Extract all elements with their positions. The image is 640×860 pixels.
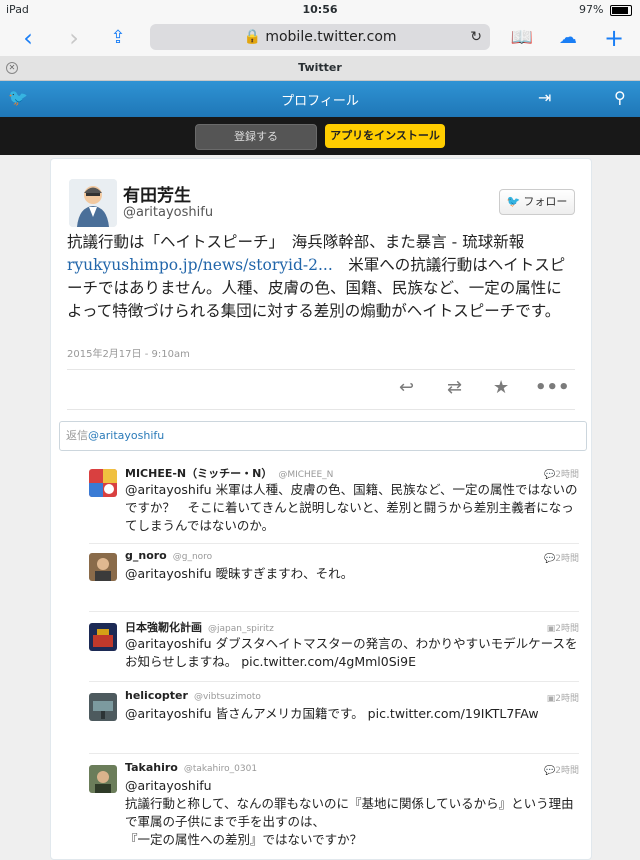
tab-bar: ✕ Twitter bbox=[0, 56, 640, 81]
reply-name: 日本強靭化計画 bbox=[125, 621, 202, 634]
reply-user[interactable]: g_noro @g_noro bbox=[125, 549, 212, 562]
reply-time: 💬2時間 bbox=[544, 551, 579, 564]
reply-body: @aritayoshifu 抗議行動と称して、なんの罪もないのに『基地に関係して… bbox=[125, 778, 574, 847]
image-icon: ▣ bbox=[546, 624, 556, 634]
reply-time: 💬2時間 bbox=[544, 467, 579, 480]
reply-user[interactable]: Takahiro @takahiro_0301 bbox=[125, 761, 257, 774]
clock: 10:56 bbox=[302, 3, 338, 16]
battery-percent: 97% bbox=[579, 3, 604, 16]
reply-handle: @japan_spiritz bbox=[208, 624, 274, 634]
reply-time: 💬2時間 bbox=[544, 763, 579, 776]
profile-name[interactable]: 有田芳生 bbox=[123, 181, 191, 206]
reply-user[interactable]: helicopter @vibtsuzimoto bbox=[125, 689, 261, 702]
reply-name: MICHEE-N（ミッチー・N） bbox=[125, 467, 273, 480]
reply-handle: @g_noro bbox=[172, 552, 213, 562]
divider bbox=[89, 681, 579, 682]
reply-time-label: 2時間 bbox=[555, 766, 579, 776]
follow-label: フォロー bbox=[523, 195, 568, 208]
lock-icon: 🔒 bbox=[243, 29, 261, 45]
divider bbox=[89, 753, 579, 754]
reply-prefix: 返信 bbox=[66, 429, 88, 442]
reply-item[interactable]: 日本強靭化計画 @japan_spiritz ▣2時間 @aritayoshifu… bbox=[89, 619, 579, 683]
comment-icon: 💬 bbox=[544, 766, 556, 776]
reply-time-label: 2時間 bbox=[555, 694, 579, 704]
browser-toolbar: ‹ › ⇪ 🔒 mobile.twitter.com ↻ 📖 ☁ + bbox=[0, 20, 640, 56]
url-text: mobile.twitter.com bbox=[265, 29, 397, 45]
divider bbox=[89, 543, 579, 544]
tweet-card: 有田芳生 @aritayoshifu 🐦 フォロー 抗議行動は「ヘイトスピーチ」 … bbox=[50, 158, 592, 860]
comment-icon: 💬 bbox=[544, 554, 556, 564]
reply-body: @aritayoshifu ダブスタヘイトマスターの発言の、わかりやすいモデルケ… bbox=[125, 636, 578, 669]
divider bbox=[67, 409, 575, 410]
divider bbox=[89, 611, 579, 612]
close-tab-icon[interactable]: ✕ bbox=[6, 62, 18, 74]
more-icon[interactable]: ••• bbox=[535, 377, 570, 398]
icloud-tabs-icon[interactable]: ☁ bbox=[554, 24, 582, 52]
reply-item[interactable]: MICHEE-N（ミッチー・N） @MICHEE_N 💬2時間 @aritayos… bbox=[89, 465, 579, 539]
reply-avatar[interactable] bbox=[89, 693, 117, 721]
reply-user[interactable]: MICHEE-N（ミッチー・N） @MICHEE_N bbox=[125, 465, 333, 481]
comment-icon: 💬 bbox=[544, 470, 556, 480]
tweet-link[interactable]: ryukyushimpo.jp/news/storyid-2... bbox=[67, 256, 333, 274]
reply-handle: @MICHEE_N bbox=[278, 470, 334, 480]
install-app-button[interactable]: アプリをインストール bbox=[325, 124, 445, 148]
reply-avatar[interactable] bbox=[89, 623, 117, 651]
reply-body: @aritayoshifu 米軍は人種、皮膚の色、国籍、民族など、一定の属性では… bbox=[125, 482, 578, 533]
reply-time-label: 2時間 bbox=[555, 554, 579, 564]
reply-avatar[interactable] bbox=[89, 469, 117, 497]
app-promo-bar: 登録する アプリをインストール bbox=[0, 117, 640, 155]
image-icon: ▣ bbox=[546, 694, 556, 704]
reply-name: helicopter bbox=[125, 689, 188, 702]
battery-status: 97% bbox=[579, 3, 632, 16]
avatar[interactable] bbox=[69, 179, 117, 227]
reply-name: g_noro bbox=[125, 549, 167, 562]
divider bbox=[67, 369, 575, 370]
reply-time: ▣2時間 bbox=[547, 621, 579, 634]
signup-button[interactable]: 登録する bbox=[195, 124, 317, 150]
reply-handle: @takahiro_0301 bbox=[183, 764, 258, 774]
retweet-icon[interactable]: ⇄ bbox=[447, 377, 462, 398]
reply-avatar[interactable] bbox=[89, 553, 117, 581]
share-icon[interactable]: ⇪ bbox=[104, 24, 132, 52]
back-button[interactable]: ‹ bbox=[14, 24, 42, 52]
reply-item[interactable]: Takahiro @takahiro_0301 💬2時間 @aritayoshif… bbox=[89, 761, 579, 851]
forward-button[interactable]: › bbox=[60, 24, 88, 52]
favorite-star-icon[interactable]: ★ bbox=[493, 377, 509, 398]
reply-body: @aritayoshifu 皆さんアメリカ国籍です。 pic.twitter.c… bbox=[125, 706, 539, 721]
status-bar: iPad 10:56 97% bbox=[0, 0, 640, 20]
sign-in-icon[interactable]: ⇥ bbox=[538, 88, 551, 107]
reply-avatar[interactable] bbox=[89, 765, 117, 793]
twitter-header: 🐦 プロフィール ⇥ ⚲ bbox=[0, 81, 640, 117]
follow-button[interactable]: 🐦 フォロー bbox=[499, 189, 575, 215]
reply-item[interactable]: g_noro @g_noro 💬2時間 @aritayoshifu 曖昧すぎますわ… bbox=[89, 549, 579, 605]
reload-icon[interactable]: ↻ bbox=[470, 24, 482, 50]
reply-icon[interactable]: ↩ bbox=[399, 377, 414, 398]
reply-user[interactable]: 日本強靭化計画 @japan_spiritz bbox=[125, 619, 274, 635]
battery-icon bbox=[610, 4, 632, 16]
new-tab-button[interactable]: + bbox=[600, 24, 628, 52]
tab-title[interactable]: Twitter bbox=[298, 61, 342, 74]
reply-time-label: 2時間 bbox=[555, 470, 579, 480]
bookmarks-icon[interactable]: 📖 bbox=[508, 24, 536, 52]
reply-time: ▣2時間 bbox=[547, 691, 579, 704]
reply-input[interactable]: 返信@aritayoshifu bbox=[59, 421, 587, 451]
reply-name: Takahiro bbox=[125, 761, 178, 774]
address-bar[interactable]: 🔒 mobile.twitter.com ↻ bbox=[150, 24, 490, 50]
search-icon[interactable]: ⚲ bbox=[614, 88, 626, 107]
avatar-image bbox=[69, 179, 117, 227]
reply-body: @aritayoshifu 曖昧すぎますわ、それ。 bbox=[125, 566, 354, 581]
tweet-text-part1: 抗議行動は「ヘイトスピーチ」 海兵隊幹部、また暴言 - 琉球新報 bbox=[67, 233, 525, 251]
twitter-bird-icon: 🐦 bbox=[506, 195, 521, 208]
tweet-text: 抗議行動は「ヘイトスピーチ」 海兵隊幹部、また暴言 - 琉球新報 ryukyus… bbox=[67, 231, 577, 323]
profile-handle[interactable]: @aritayoshifu bbox=[123, 205, 213, 220]
reply-handle: @vibtsuzimoto bbox=[193, 692, 261, 702]
battery-level-fill bbox=[612, 6, 629, 14]
reply-time-label: 2時間 bbox=[555, 624, 579, 634]
reply-item[interactable]: helicopter @vibtsuzimoto ▣2時間 @aritayoshi… bbox=[89, 689, 579, 745]
tweet-date: 2015年2月17日 - 9:10am bbox=[67, 349, 190, 360]
reply-target: @aritayoshifu bbox=[88, 429, 165, 442]
